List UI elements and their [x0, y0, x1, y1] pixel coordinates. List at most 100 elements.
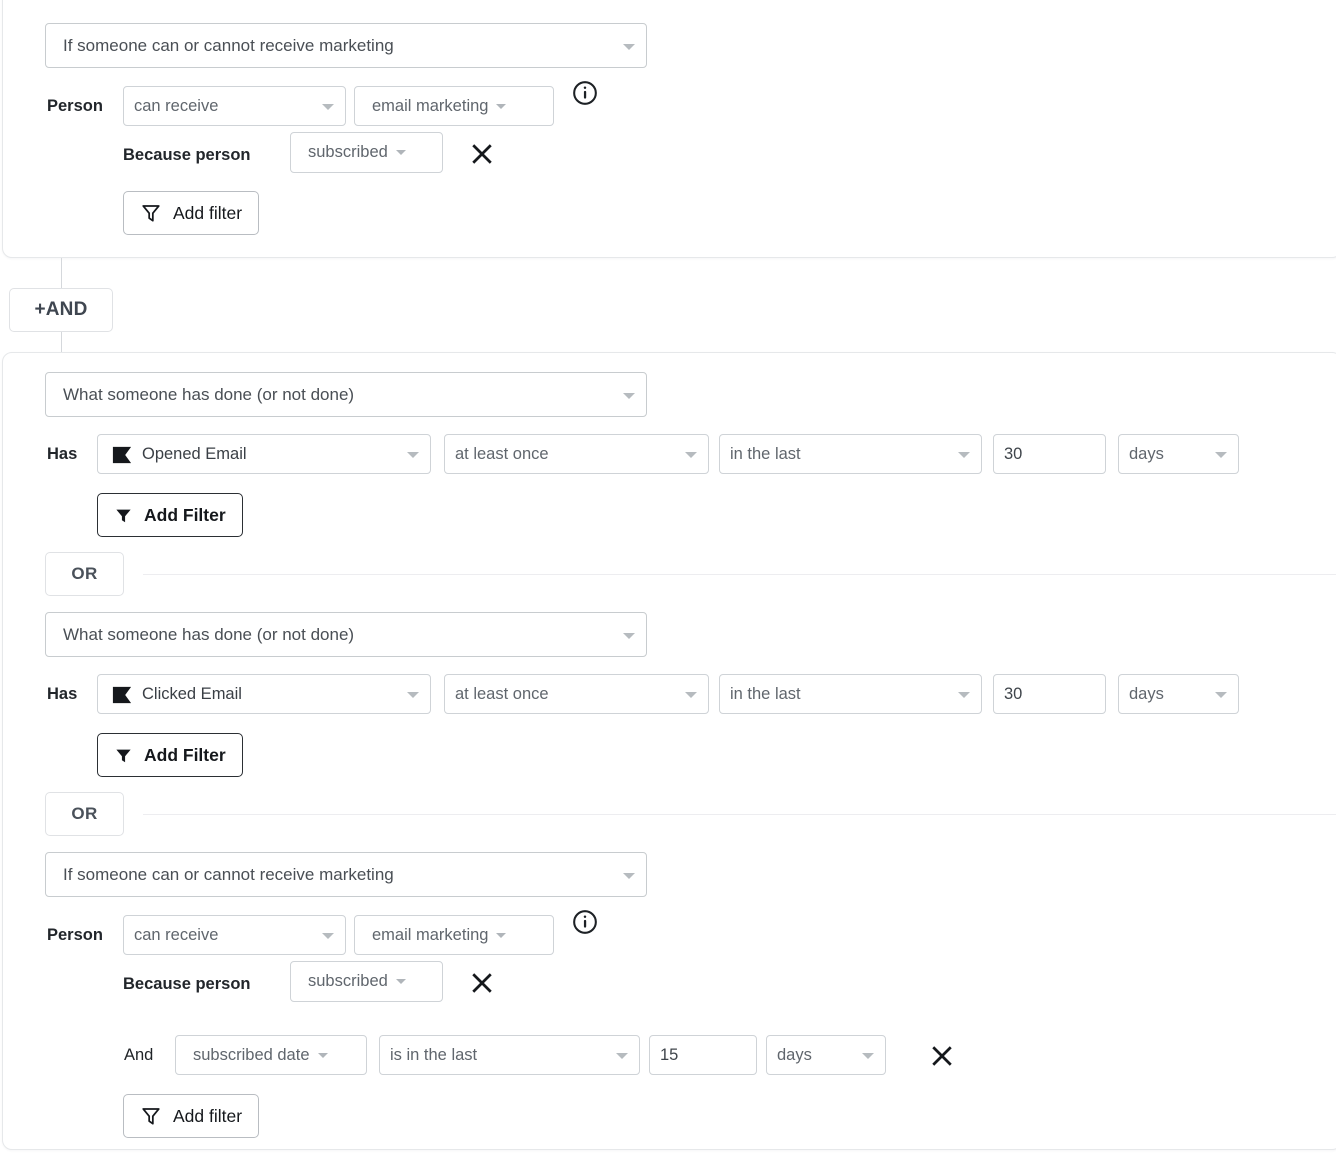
- reason-label-1: Because person: [123, 146, 250, 165]
- chevron-down-icon: [623, 633, 635, 639]
- chevron-down-icon: [623, 873, 635, 879]
- chevron-down-icon: [623, 393, 635, 399]
- condition-type-value-1: If someone can or cannot receive marketi…: [63, 36, 394, 56]
- and-unit-value: days: [777, 1046, 812, 1065]
- reason-label-2: Because person: [123, 975, 250, 994]
- metric-select-2[interactable]: Clicked Email: [97, 674, 431, 714]
- chevron-down-icon: [685, 452, 697, 458]
- amount-value-2: 30: [1004, 685, 1022, 704]
- channel-value-1: email marketing: [372, 97, 488, 116]
- channel-select-1[interactable]: email marketing: [354, 86, 554, 126]
- add-filter-button-3[interactable]: Add Filter: [97, 733, 243, 777]
- info-circle-icon[interactable]: [572, 80, 598, 106]
- add-filter-button-4[interactable]: Add filter: [123, 1094, 259, 1138]
- chevron-down-icon: [496, 104, 506, 109]
- condition-type-select-1[interactable]: If someone can or cannot receive marketi…: [45, 23, 647, 68]
- add-and-label: +AND: [34, 299, 87, 321]
- condition-type-select-3[interactable]: What someone has done (or not done): [45, 612, 647, 657]
- condition-type-value-3: What someone has done (or not done): [63, 625, 354, 645]
- reason-value-1: subscribed: [308, 143, 388, 162]
- reason-select-2[interactable]: subscribed: [290, 961, 443, 1002]
- unit-value-1: days: [1129, 445, 1164, 464]
- or-label-2: OR: [71, 804, 97, 824]
- chevron-down-icon: [407, 692, 419, 698]
- and-unit-select[interactable]: days: [766, 1035, 886, 1075]
- condition-block-1: If someone can or cannot receive marketi…: [2, 0, 1336, 258]
- amount-value-1: 30: [1004, 445, 1022, 464]
- timeframe-select-2[interactable]: in the last: [719, 674, 982, 714]
- chevron-down-icon: [616, 1053, 628, 1059]
- timeframe-value-1: in the last: [730, 445, 801, 464]
- add-filter-label-2: Add Filter: [144, 505, 226, 526]
- or-divider-2: [143, 814, 1336, 815]
- chevron-down-icon: [958, 452, 970, 458]
- or-label-1: OR: [71, 564, 97, 584]
- permission-value-1: can receive: [134, 97, 218, 116]
- and-property-select[interactable]: subscribed date: [175, 1035, 367, 1075]
- person-label-2: Person: [47, 926, 103, 945]
- permission-select-2[interactable]: can receive: [123, 915, 346, 955]
- amount-input-2[interactable]: 30: [993, 674, 1106, 714]
- or-divider-1: [143, 574, 1336, 575]
- unit-select-2[interactable]: days: [1118, 674, 1239, 714]
- timeframe-value-2: in the last: [730, 685, 801, 704]
- metric-value-2: Clicked Email: [142, 685, 242, 704]
- frequency-value-1: at least once: [455, 445, 549, 464]
- connector-line-bottom: [61, 332, 62, 354]
- add-filter-button-1[interactable]: Add filter: [123, 191, 259, 235]
- or-separator-1[interactable]: OR: [45, 552, 124, 596]
- unit-select-1[interactable]: days: [1118, 434, 1239, 474]
- or-separator-2[interactable]: OR: [45, 792, 124, 836]
- remove-and-row-button[interactable]: [927, 1041, 957, 1071]
- and-amount-value: 15: [660, 1046, 678, 1065]
- chevron-down-icon: [1215, 452, 1227, 458]
- condition-block-2: What someone has done (or not done) Has …: [2, 352, 1336, 1150]
- and-operator-select[interactable]: is in the last: [379, 1035, 640, 1075]
- connector-line-top: [61, 258, 62, 288]
- condition-type-select-2[interactable]: What someone has done (or not done): [45, 372, 647, 417]
- chevron-down-icon: [862, 1053, 874, 1059]
- chevron-down-icon: [396, 150, 406, 155]
- permission-value-2: can receive: [134, 926, 218, 945]
- filter-funnel-solid-icon: [114, 506, 133, 525]
- info-circle-icon[interactable]: [572, 909, 598, 935]
- metric-flag-icon: [111, 685, 133, 705]
- chevron-down-icon: [685, 692, 697, 698]
- remove-reason-button-2[interactable]: [467, 968, 497, 998]
- and-row-label: And: [124, 1046, 153, 1065]
- filter-funnel-outline-icon: [140, 202, 162, 224]
- metric-select-1[interactable]: Opened Email: [97, 434, 431, 474]
- add-filter-label-4: Add filter: [173, 1106, 242, 1127]
- channel-value-2: email marketing: [372, 926, 488, 945]
- condition-type-value-4: If someone can or cannot receive marketi…: [63, 865, 394, 885]
- filter-funnel-solid-icon: [114, 746, 133, 765]
- add-filter-button-2[interactable]: Add Filter: [97, 493, 243, 537]
- reason-value-2: subscribed: [308, 972, 388, 991]
- chevron-down-icon: [1215, 692, 1227, 698]
- unit-value-2: days: [1129, 685, 1164, 704]
- and-operator-value: is in the last: [390, 1046, 477, 1065]
- frequency-select-1[interactable]: at least once: [444, 434, 709, 474]
- person-label-1: Person: [47, 97, 103, 116]
- chevron-down-icon: [396, 979, 406, 984]
- chevron-down-icon: [322, 104, 334, 110]
- condition-type-value-2: What someone has done (or not done): [63, 385, 354, 405]
- and-amount-input[interactable]: 15: [649, 1035, 757, 1075]
- and-property-value: subscribed date: [193, 1046, 310, 1065]
- has-label-1: Has: [47, 445, 77, 464]
- chevron-down-icon: [322, 933, 334, 939]
- reason-select-1[interactable]: subscribed: [290, 132, 443, 173]
- frequency-select-2[interactable]: at least once: [444, 674, 709, 714]
- permission-select-1[interactable]: can receive: [123, 86, 346, 126]
- chevron-down-icon: [407, 452, 419, 458]
- condition-type-select-4[interactable]: If someone can or cannot receive marketi…: [45, 852, 647, 897]
- remove-reason-button-1[interactable]: [467, 139, 497, 169]
- channel-select-2[interactable]: email marketing: [354, 915, 554, 955]
- add-and-condition-button[interactable]: +AND: [9, 288, 113, 332]
- filter-funnel-outline-icon: [140, 1105, 162, 1127]
- timeframe-select-1[interactable]: in the last: [719, 434, 982, 474]
- chevron-down-icon: [496, 933, 506, 938]
- chevron-down-icon: [318, 1053, 328, 1058]
- amount-input-1[interactable]: 30: [993, 434, 1106, 474]
- chevron-down-icon: [623, 44, 635, 50]
